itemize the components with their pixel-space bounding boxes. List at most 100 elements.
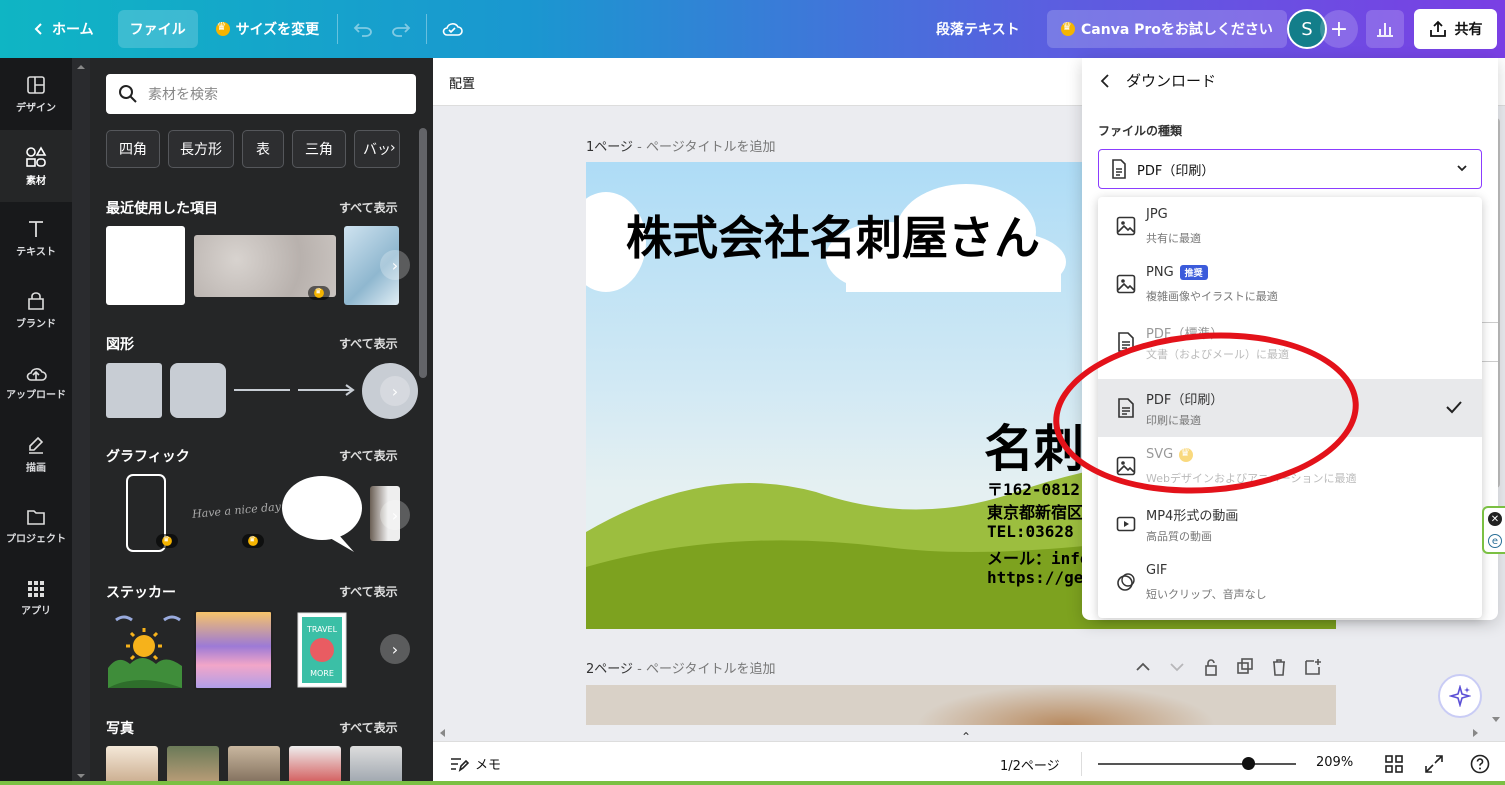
insights-button[interactable] <box>1366 10 1404 48</box>
redo-button[interactable] <box>382 10 420 48</box>
scroll-right-icon[interactable]: › <box>380 250 410 280</box>
crown-icon <box>215 20 230 36</box>
card-address[interactable]: 東京都新宿区 <box>987 499 1083 523</box>
fullscreen-button[interactable] <box>1423 753 1445 775</box>
lock-icon[interactable] <box>1201 658 1221 676</box>
arrange-button[interactable]: 配置 <box>449 73 475 92</box>
duplicate-icon[interactable] <box>1235 658 1255 676</box>
cloud-save-button[interactable] <box>433 10 471 48</box>
chip-table[interactable]: 表 <box>242 130 284 168</box>
zoom-value[interactable]: 209% <box>1316 755 1353 770</box>
photo-thumb[interactable] <box>167 746 219 785</box>
photo-thumb[interactable] <box>350 746 402 785</box>
chevron-down-icon[interactable] <box>1167 658 1187 676</box>
horizontal-scrollbar[interactable] <box>433 725 1483 741</box>
see-all-stickers[interactable]: すべて表示 <box>339 583 398 600</box>
chip-triangle[interactable]: 三角 <box>292 130 346 168</box>
photo-thumb[interactable] <box>228 746 280 785</box>
card-postal[interactable]: 〒162-0812 <box>987 476 1080 500</box>
sticker-travel-stamp[interactable]: TRAVEL MORE <box>297 612 347 688</box>
chevron-up-icon[interactable] <box>1133 658 1153 676</box>
option-gif-name: GIF <box>1146 563 1168 578</box>
page1-title-hint[interactable]: ページタイトルを追加 <box>646 140 775 155</box>
scroll-right-icon[interactable]: › <box>380 634 410 664</box>
search-input[interactable]: 素材を検索 <box>106 74 416 114</box>
rail-label-brand: ブランド <box>16 318 56 330</box>
scroll-right-icon[interactable]: › <box>380 376 410 406</box>
option-gif[interactable]: GIF 短いクリップ、音声なし <box>1098 553 1482 611</box>
see-all-shapes[interactable]: すべて表示 <box>339 335 398 352</box>
photo-thumb[interactable] <box>106 746 158 785</box>
rail-item-brand[interactable]: ブランド <box>0 274 72 346</box>
shape-line[interactable] <box>234 389 290 391</box>
page-2-canvas[interactable] <box>586 685 1336 725</box>
side-extension-widget[interactable]: ✕ e <box>1482 506 1505 554</box>
rail-item-text[interactable]: テキスト <box>0 202 72 274</box>
chip-rectangle[interactable]: 長方形 <box>168 130 234 168</box>
help-button[interactable] <box>1469 753 1491 775</box>
trash-icon[interactable] <box>1269 658 1289 676</box>
grid-view-button[interactable] <box>1383 753 1405 775</box>
rail-item-design[interactable]: デザイン <box>0 58 72 130</box>
bottom-bar: メモ 1/2ページ 209% <box>433 741 1505 785</box>
try-pro-label: Canva Proをお試しください <box>1081 22 1273 38</box>
scroll-right-icon[interactable]: › <box>380 500 410 530</box>
file-type-select[interactable]: PDF（印刷） <box>1098 149 1482 189</box>
recent-item-white[interactable] <box>106 226 185 305</box>
download-header[interactable]: ダウンロード <box>1098 70 1216 91</box>
rail-scrollbar[interactable] <box>72 58 90 785</box>
panel-scroll-thumb[interactable] <box>419 128 427 378</box>
graphic-script-text[interactable]: Have a nice day <box>192 500 282 521</box>
rail-item-upload[interactable]: アップロード <box>0 346 72 418</box>
card-tel[interactable]: TEL:03628 <box>987 522 1074 541</box>
chevron-right-icon[interactable]: › <box>390 140 396 156</box>
photo-thumb[interactable] <box>289 746 341 785</box>
undo-button[interactable] <box>344 10 382 48</box>
page-count-button[interactable]: 1/2ページ <box>1000 755 1060 774</box>
apps-icon <box>28 580 44 597</box>
zoom-slider[interactable] <box>1098 763 1296 765</box>
rail-item-projects[interactable]: プロジェクト <box>0 490 72 562</box>
page2-title-hint[interactable]: ページタイトルを追加 <box>646 662 775 677</box>
option-mp4-name: MP4形式の動画 <box>1146 509 1239 524</box>
add-page-icon[interactable] <box>1303 658 1323 676</box>
rail-item-draw[interactable]: 描画 <box>0 418 72 490</box>
home-button[interactable]: ホーム <box>20 10 106 48</box>
scroll-up-icon <box>77 65 85 69</box>
card-company-name[interactable]: 株式会社名刺屋さん <box>626 202 1040 268</box>
resize-button[interactable]: サイズを変更 <box>204 10 332 48</box>
sticker-sun-landscape[interactable] <box>106 610 186 690</box>
magic-assistant-button[interactable] <box>1438 674 1482 718</box>
shape-rounded-square[interactable] <box>170 363 226 418</box>
rail-item-elements[interactable]: 素材 <box>0 130 72 202</box>
option-mp4[interactable]: MP4形式の動画 高品質の動画 <box>1098 495 1482 553</box>
try-pro-button[interactable]: Canva Proをお試しください <box>1047 10 1287 48</box>
notes-button[interactable]: メモ <box>449 754 501 773</box>
file-type-label: ファイルの種類 <box>1098 124 1183 138</box>
see-all-graphics[interactable]: すべて表示 <box>339 447 398 464</box>
download-panel: ダウンロード ファイルの種類 PDF（印刷） JPG 共有に最適 PNG 推奨 複… <box>1082 58 1498 620</box>
see-all-recent[interactable]: すべて表示 <box>339 199 398 216</box>
document-title[interactable]: 段落テキスト <box>936 19 1020 39</box>
graphic-speech-bubble[interactable] <box>280 474 364 554</box>
extension-e-icon[interactable]: e <box>1488 534 1502 548</box>
option-gif-desc: 短いクリップ、音声なし <box>1146 588 1267 601</box>
section-title-graphics: グラフィック <box>106 449 190 465</box>
shapes-icon <box>26 145 47 167</box>
sticker-mountain[interactable] <box>194 610 273 690</box>
back-chevron-icon <box>1100 73 1109 88</box>
rail-item-apps[interactable]: アプリ <box>0 562 72 634</box>
zoom-slider-handle[interactable] <box>1241 757 1255 770</box>
shape-arrow[interactable] <box>298 382 356 398</box>
chip-square[interactable]: 四角 <box>106 130 160 168</box>
see-all-photos[interactable]: すべて表示 <box>339 719 398 736</box>
close-icon[interactable]: ✕ <box>1488 512 1502 526</box>
option-jpg[interactable]: JPG 共有に最適 <box>1098 197 1482 255</box>
share-button[interactable]: 共有 <box>1414 9 1497 49</box>
shape-square[interactable] <box>106 363 162 418</box>
rail-label-upload: アップロード <box>6 389 66 401</box>
file-menu-button[interactable]: ファイル <box>117 10 198 48</box>
add-collaborator-button[interactable]: + <box>1320 10 1358 48</box>
text-icon <box>29 220 43 237</box>
option-png[interactable]: PNG 推奨 複雑画像やイラストに最適 <box>1098 255 1482 313</box>
